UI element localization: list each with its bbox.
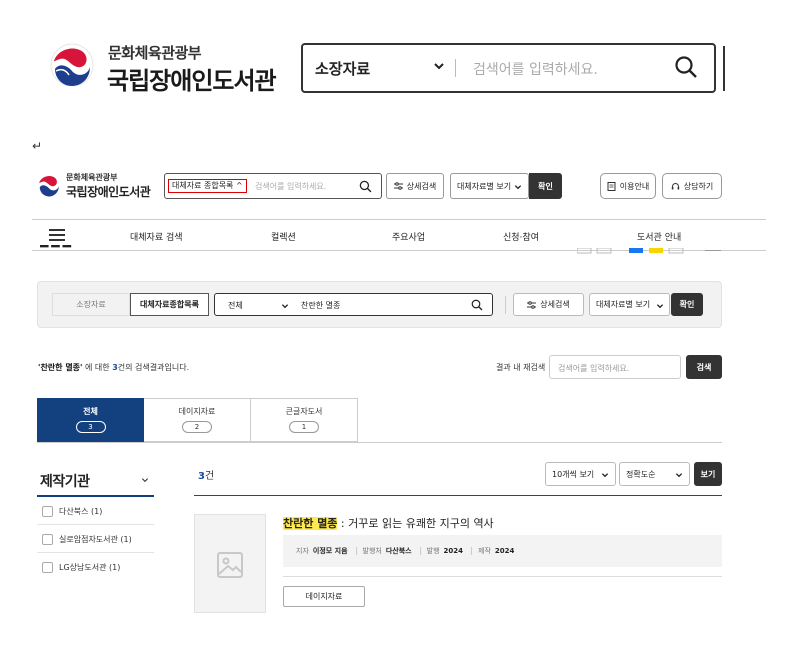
document-icon	[607, 181, 616, 191]
sliders-icon	[527, 300, 537, 309]
result-title-link[interactable]: 찬란한 멸종 : 거꾸로 읽는 유쾌한 지구의 역사	[283, 515, 494, 531]
count-badge: 1	[289, 421, 319, 433]
panel-divider	[505, 296, 506, 314]
tab-union-catalog[interactable]: 대체자료종합목록	[130, 293, 209, 316]
facet-divider	[37, 552, 154, 553]
search-divider	[455, 59, 456, 77]
facet-divider	[37, 524, 154, 525]
confirm-button[interactable]: 확인	[529, 173, 562, 199]
tabs-underline	[37, 442, 722, 443]
headset-icon	[671, 182, 679, 189]
panel-search-box: 전체 찬란한 멸종	[214, 293, 493, 316]
results-divider	[194, 495, 722, 496]
facet-item[interactable]: 다산북스 (1)	[42, 504, 102, 518]
tab-large-print[interactable]: 큰글자도서 1	[251, 398, 358, 442]
page-size-select[interactable]: 10개씩 보기	[545, 462, 616, 486]
tab-daisy[interactable]: 데이지자료 2	[144, 398, 251, 442]
result-meta: 지자 이정모 지음 발행처 다산북스 발행 2024 제작 2024	[283, 535, 722, 567]
nav-item-about[interactable]: 도서관 안내	[637, 230, 681, 243]
org-name: 문화체육관광부	[108, 44, 202, 62]
panel-view-by-type-select[interactable]: 대체자료별 보기	[589, 293, 670, 316]
result-count: 3건	[198, 471, 215, 482]
panel-detail-search-button[interactable]: 상세검색	[513, 293, 584, 316]
return-mark: ↵	[32, 139, 43, 153]
consult-button[interactable]: 상담하기	[662, 173, 722, 199]
sort-order-select[interactable]: 정확도순	[619, 462, 690, 486]
text-cursor	[723, 46, 725, 91]
detail-search-button[interactable]: 상세검색	[386, 173, 444, 199]
daisy-format-button[interactable]: 데이지자료	[283, 586, 365, 607]
result-item-divider	[283, 576, 722, 577]
org-name-small: 문화체육관광부	[66, 173, 118, 182]
library-name-small[interactable]: 국립장애인도서관	[66, 183, 151, 200]
share-icons-clipped	[577, 248, 721, 254]
header-search-box: 대체자료 종합목록 ^ 검색어를 입력하세요.	[164, 173, 382, 199]
book-thumbnail[interactable]	[194, 514, 266, 613]
tab-holdings[interactable]: 소장자료	[52, 293, 130, 316]
chevron-down-icon[interactable]	[141, 476, 149, 484]
nav-item-projects[interactable]: 주요사업	[392, 230, 425, 243]
sliders-icon	[393, 182, 403, 190]
facet-title[interactable]: 제작기관	[40, 471, 90, 491]
tab-all[interactable]: 전체 3	[37, 398, 144, 442]
refine-label: 결과 내 재검색	[496, 363, 546, 372]
government-emblem-icon	[50, 43, 94, 87]
menu-icon[interactable]	[49, 229, 65, 241]
search-icon[interactable]	[359, 180, 372, 193]
search-icon[interactable]	[471, 299, 483, 311]
search-icon[interactable]	[674, 55, 698, 79]
government-emblem-icon	[39, 176, 59, 197]
chevron-down-icon	[675, 473, 683, 478]
nav-item-alt-search[interactable]: 대체자료 검색	[130, 230, 183, 243]
checkbox[interactable]	[42, 505, 53, 517]
panel-search-input[interactable]: 찬란한 멸종	[301, 300, 340, 311]
search-input[interactable]: 검색어를 입력하세요.	[473, 59, 598, 79]
library-name[interactable]: 국립장애인도서관	[107, 61, 277, 96]
facet-item[interactable]: LG상남도서관 (1)	[42, 560, 120, 574]
nav-divider-top	[32, 219, 766, 220]
nav-item-apply[interactable]: 신청·참여	[503, 230, 539, 243]
header-search-input[interactable]: 검색어를 입력하세요.	[255, 181, 326, 192]
checkbox[interactable]	[42, 533, 53, 545]
nav-item-collection[interactable]: 컬렉션	[271, 230, 296, 243]
chevron-down-icon	[656, 304, 664, 309]
checkbox[interactable]	[42, 561, 53, 573]
header-search-scope-select[interactable]: 대체자료 종합목록 ^	[168, 179, 247, 193]
view-by-type-select[interactable]: 대체자료별 보기	[450, 173, 529, 199]
chevron-down-icon[interactable]	[281, 302, 289, 310]
facet-item[interactable]: 실로암점자도서관 (1)	[42, 532, 132, 546]
refine-search-input[interactable]: 검색어를 입력하세요.	[549, 355, 681, 379]
apply-view-button[interactable]: 보기	[694, 462, 722, 486]
panel-confirm-button[interactable]: 확인	[671, 293, 703, 316]
usage-guide-button[interactable]: 이용안내	[600, 173, 656, 199]
count-badge: 2	[182, 421, 212, 433]
panel-search-scope-select[interactable]: 전체	[228, 300, 243, 311]
search-scope-select[interactable]: 소장자료	[315, 58, 370, 79]
facet-underline	[37, 495, 154, 497]
chevron-down-icon	[514, 185, 522, 190]
refine-search-button[interactable]: 검색	[686, 355, 722, 379]
chevron-down-icon[interactable]	[433, 60, 445, 72]
image-placeholder-icon	[217, 552, 243, 578]
chevron-down-icon	[601, 473, 609, 478]
main-search-box: 소장자료 검색어를 입력하세요.	[301, 43, 716, 93]
page-title-clipped: ━ ━ ━	[40, 245, 71, 253]
result-summary: '찬란한 멸종' 에 대한 3건의 검색결과입니다.	[38, 363, 190, 372]
count-badge: 3	[75, 421, 106, 433]
